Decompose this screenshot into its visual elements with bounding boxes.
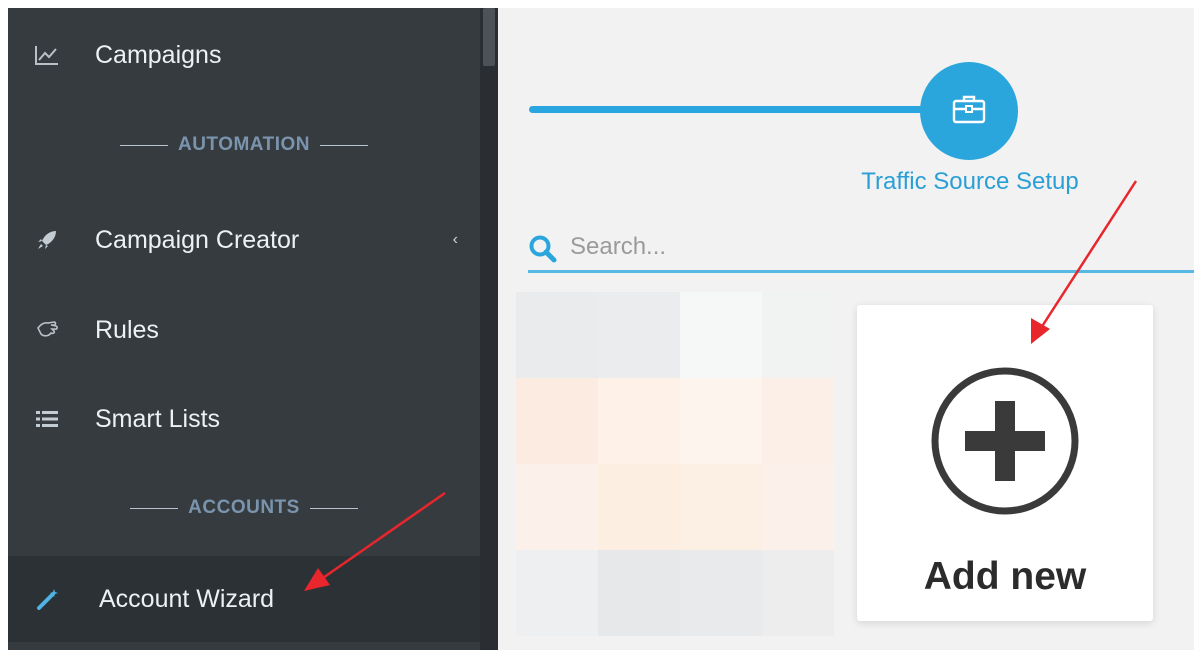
search-icon bbox=[528, 234, 558, 269]
main-content: Traffic Source Setup Add new bbox=[498, 8, 1194, 650]
sidebar-item-account-wizard[interactable]: Account Wizard bbox=[8, 556, 480, 642]
sidebar-scrollbar[interactable] bbox=[480, 8, 498, 650]
section-header-automation: AUTOMATION bbox=[8, 134, 480, 156]
sidebar: Campaigns AUTOMATION Campaign Creator ‹ … bbox=[8, 8, 480, 650]
plus-circle-icon bbox=[929, 365, 1081, 522]
rocket-icon bbox=[34, 228, 60, 252]
chart-line-icon bbox=[34, 43, 60, 67]
wizard-step-traffic-source[interactable] bbox=[920, 62, 1018, 160]
sidebar-item-label: Campaigns bbox=[95, 40, 222, 69]
search-input[interactable] bbox=[568, 224, 1172, 270]
section-header-accounts: ACCOUNTS bbox=[8, 497, 480, 519]
sidebar-item-label: Rules bbox=[95, 315, 159, 344]
search-bar bbox=[528, 224, 1194, 273]
add-new-label: Add new bbox=[923, 555, 1087, 598]
blurred-traffic-source-card[interactable] bbox=[516, 292, 834, 636]
briefcase-icon bbox=[952, 94, 986, 129]
sidebar-item-campaigns[interactable]: Campaigns bbox=[8, 25, 480, 85]
scrollbar-thumb[interactable] bbox=[483, 8, 495, 66]
chevron-left-icon[interactable]: ‹ bbox=[453, 231, 458, 249]
magic-wand-icon bbox=[34, 587, 60, 611]
list-icon bbox=[34, 407, 60, 431]
wizard-step-label: Traffic Source Setup bbox=[861, 168, 1079, 195]
sidebar-item-rules[interactable]: Rules bbox=[8, 300, 480, 360]
add-new-card[interactable]: Add new bbox=[857, 305, 1153, 621]
sidebar-item-label: Smart Lists bbox=[95, 404, 221, 433]
sidebar-item-label: Account Wizard bbox=[99, 584, 275, 613]
hand-icon bbox=[34, 318, 60, 342]
sidebar-item-smart-lists[interactable]: Smart Lists bbox=[8, 389, 480, 449]
sidebar-item-campaign-creator[interactable]: Campaign Creator ‹ bbox=[8, 210, 480, 270]
sidebar-item-label: Campaign Creator bbox=[95, 225, 300, 254]
wizard-progress-line bbox=[529, 106, 929, 113]
